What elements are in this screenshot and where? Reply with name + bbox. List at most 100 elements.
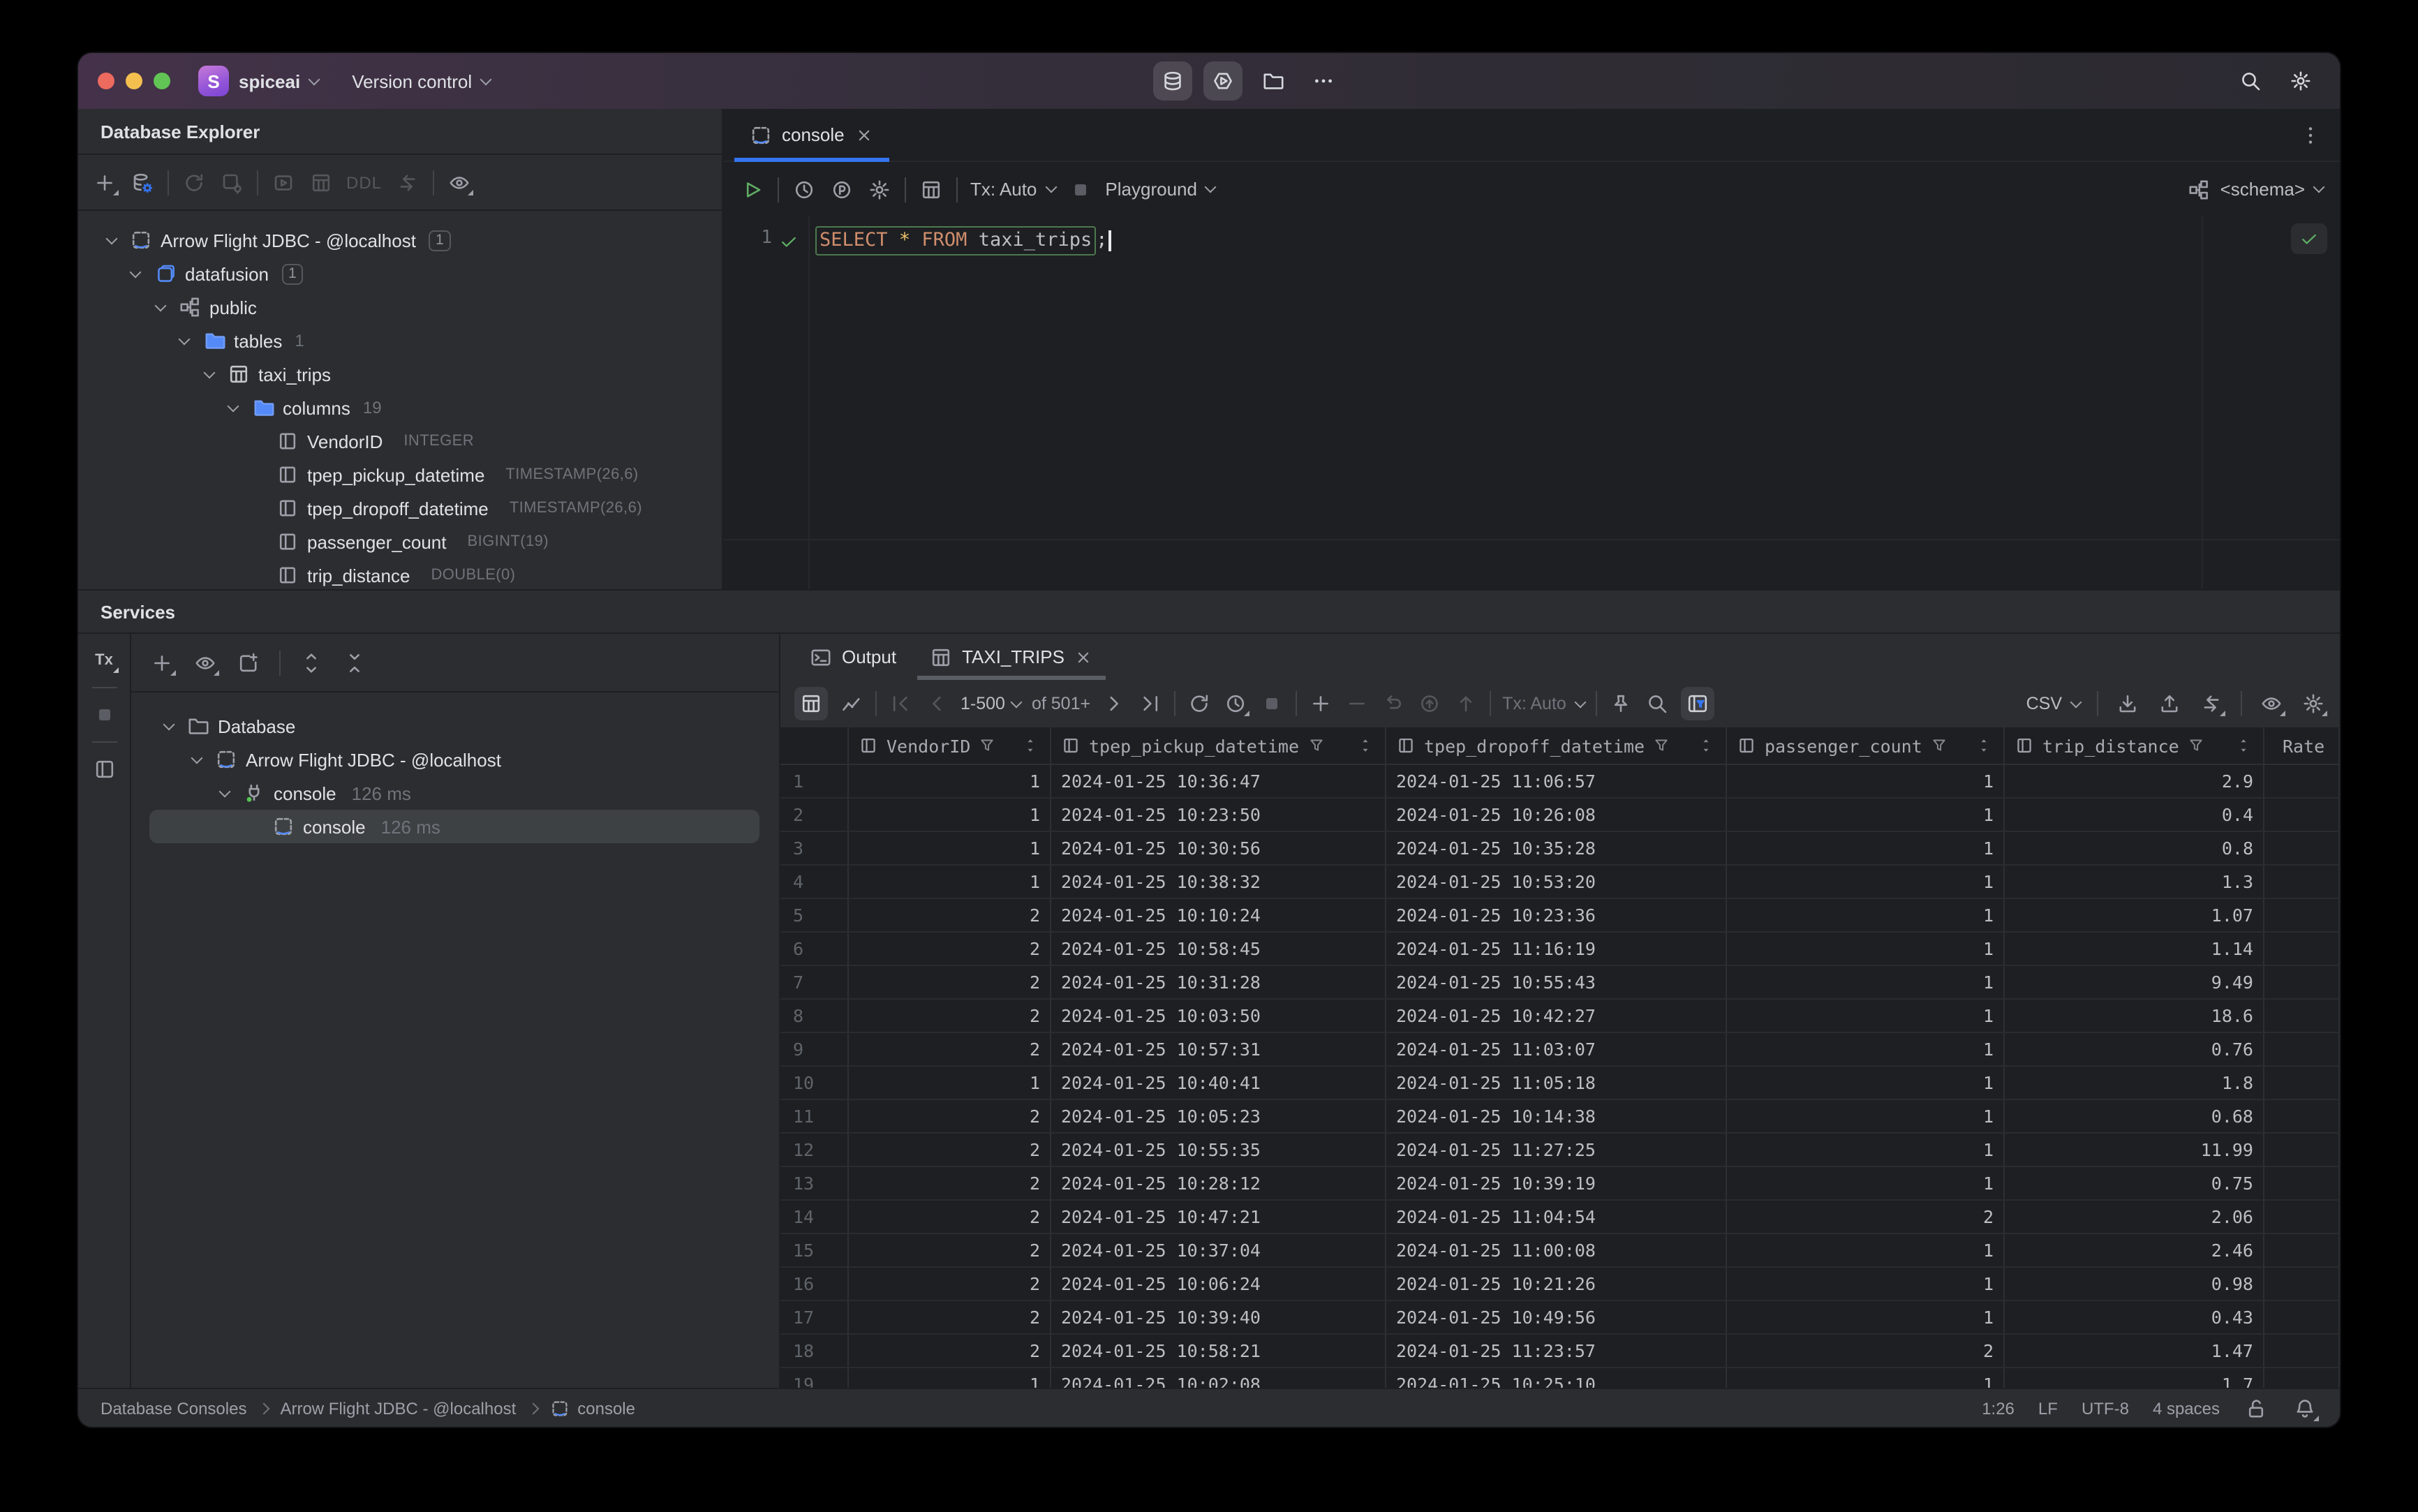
cell-passenger_count[interactable]: 1 [1727,1268,2005,1301]
project-files-button[interactable] [1253,61,1292,101]
row-number-cell[interactable]: 12 [780,1134,849,1167]
filter-panel-button[interactable] [1680,687,1714,720]
cell-trip_distance[interactable]: 2.46 [2005,1234,2264,1268]
browse-tables-button[interactable] [919,177,944,202]
rollback-button[interactable] [1417,691,1442,716]
cell-tpep_pickup_datetime[interactable]: 2024-01-25 10:58:21 [1051,1335,1386,1368]
cell-tpep_dropoff_datetime[interactable]: 2024-01-25 11:16:19 [1386,933,1727,966]
cell-rate[interactable] [2264,832,2340,866]
cell-tpep_dropoff_datetime[interactable]: 2024-01-25 11:03:07 [1386,1033,1727,1067]
cell-vendorid[interactable]: 2 [849,933,1051,966]
previous-page-button[interactable] [924,691,949,716]
cell-tpep_dropoff_datetime[interactable]: 2024-01-25 10:55:43 [1386,966,1727,1000]
cell-vendorid[interactable]: 2 [849,1268,1051,1301]
code-area[interactable]: SELECT * FROM taxi_trips; [810,216,2340,589]
cell-vendorid[interactable]: 2 [849,1167,1051,1201]
column-header-tpep_pickup_datetime[interactable]: tpep_pickup_datetime [1051,727,1386,764]
tree-item-columns[interactable]: columns 19 [78,391,722,424]
cell-passenger_count[interactable]: 1 [1727,1033,2005,1067]
cell-vendorid[interactable]: 2 [849,1100,1051,1134]
column-header-tpep_dropoff_datetime[interactable]: tpep_dropoff_datetime [1386,727,1727,764]
table-row[interactable]: 18 2 2024-01-25 10:58:21 2024-01-25 11:23:5… [780,1335,2340,1368]
cell-tpep_dropoff_datetime[interactable]: 2024-01-25 10:35:28 [1386,832,1727,866]
cell-trip_distance[interactable]: 0.75 [2005,1167,2264,1201]
cell-rate[interactable] [2264,933,2340,966]
table-row[interactable]: 4 1 2024-01-25 10:38:32 2024-01-25 10:53:20… [780,866,2340,899]
database-tool-button[interactable] [1152,61,1192,101]
row-number-cell[interactable]: 3 [780,832,849,866]
chevron-down-icon[interactable] [214,785,235,797]
revert-button[interactable] [1381,691,1406,716]
row-number-cell[interactable]: 11 [780,1100,849,1134]
row-number-cell[interactable]: 9 [780,1033,849,1067]
cell-vendorid[interactable]: 2 [849,1335,1051,1368]
cell-trip_distance[interactable]: 0.4 [2005,799,2264,832]
cell-tpep_pickup_datetime[interactable]: 2024-01-25 10:06:24 [1051,1268,1386,1301]
row-number-cell[interactable]: 10 [780,1067,849,1100]
cell-vendorid[interactable]: 1 [849,1368,1051,1388]
cell-vendorid[interactable]: 2 [849,1033,1051,1067]
tree-item-public[interactable]: public [78,290,722,324]
add-row-button[interactable] [1308,691,1333,716]
tree-item-trip-distance[interactable]: trip_distance DOUBLE(0) [78,558,722,589]
row-number-cell[interactable]: 6 [780,933,849,966]
breadcrumb-item[interactable]: Database Consoles [101,1398,246,1418]
jump-to-console-button[interactable] [271,170,296,195]
open-in-new-tab-button[interactable] [236,650,261,675]
cell-tpep_dropoff_datetime[interactable]: 2024-01-25 11:27:25 [1386,1134,1727,1167]
cell-trip_distance[interactable]: 1.8 [2005,1067,2264,1100]
cell-trip_distance[interactable]: 1.7 [2005,1368,2264,1388]
row-number-cell[interactable]: 14 [780,1201,849,1234]
stop-query-button[interactable] [1259,691,1284,716]
table-row[interactable]: 7 2 2024-01-25 10:31:28 2024-01-25 10:55:43… [780,966,2340,1000]
tree-item-arrow-flight-jdbc-localhost[interactable]: Arrow Flight JDBC - @localhost 1 [78,223,722,257]
suspend-button[interactable] [91,702,117,727]
cell-passenger_count[interactable]: 1 [1727,799,2005,832]
cell-tpep_dropoff_datetime[interactable]: 2024-01-25 10:39:19 [1386,1167,1727,1201]
row-number-cell[interactable]: 19 [780,1368,849,1388]
table-row[interactable]: 5 2 2024-01-25 10:10:24 2024-01-25 10:23:36… [780,899,2340,933]
inspection-status-widget[interactable] [2291,223,2327,254]
tab-output[interactable]: Output [797,634,909,680]
run-button[interactable] [740,177,765,202]
cell-vendorid[interactable]: 2 [849,1201,1051,1234]
table-row[interactable]: 3 1 2024-01-25 10:30:56 2024-01-25 10:35:28… [780,832,2340,866]
cell-tpep_pickup_datetime[interactable]: 2024-01-25 10:40:41 [1051,1067,1386,1100]
cell-rate[interactable] [2264,1000,2340,1033]
column-header-passenger_count[interactable]: passenger_count [1727,727,2005,764]
console-settings-button[interactable] [867,177,892,202]
view-options-button[interactable] [446,170,473,195]
project-menu[interactable]: S spiceai [198,66,320,96]
grid-view-button[interactable] [794,687,828,720]
page-range-dropdown[interactable]: 1-500 [960,694,1023,713]
cell-vendorid[interactable]: 1 [849,866,1051,899]
cell-tpep_dropoff_datetime[interactable]: 2024-01-25 10:21:26 [1386,1268,1727,1301]
cell-tpep_dropoff_datetime[interactable]: 2024-01-25 10:25:10 [1386,1368,1727,1388]
table-row[interactable]: 14 2 2024-01-25 10:47:21 2024-01-25 11:04:5… [780,1201,2340,1234]
close-window-button[interactable] [98,73,114,89]
service-item-console[interactable]: console 126 ms [131,810,779,843]
cell-trip_distance[interactable]: 0.8 [2005,832,2264,866]
stop-button[interactable] [1067,177,1092,202]
table-row[interactable]: 17 2 2024-01-25 10:39:40 2024-01-25 10:49:5… [780,1301,2340,1335]
encoding[interactable]: UTF-8 [2082,1398,2129,1418]
cell-tpep_pickup_datetime[interactable]: 2024-01-25 10:36:47 [1051,765,1386,799]
cell-trip_distance[interactable]: 2.9 [2005,765,2264,799]
cell-passenger_count[interactable]: 2 [1727,1201,2005,1234]
run-configuration-button[interactable] [1203,61,1243,101]
cell-tpep_dropoff_datetime[interactable]: 2024-01-25 10:23:36 [1386,899,1727,933]
chevron-down-icon[interactable] [223,399,244,412]
cell-tpep_pickup_datetime[interactable]: 2024-01-25 10:02:08 [1051,1368,1386,1388]
minimize-window-button[interactable] [126,73,142,89]
row-number-cell[interactable]: 2 [780,799,849,832]
add-service-button[interactable] [149,650,176,675]
settings-button[interactable] [2281,61,2320,101]
table-row[interactable]: 6 2 2024-01-25 10:58:45 2024-01-25 11:16:19… [780,933,2340,966]
chevron-down-icon[interactable] [125,265,146,278]
chart-view-button[interactable] [839,691,864,716]
breadcrumb-item[interactable]: Arrow Flight JDBC - @localhost [280,1398,516,1418]
cell-trip_distance[interactable]: 1.47 [2005,1335,2264,1368]
cell-vendorid[interactable]: 1 [849,765,1051,799]
cell-tpep_dropoff_datetime[interactable]: 2024-01-25 11:04:54 [1386,1201,1727,1234]
cell-tpep_dropoff_datetime[interactable]: 2024-01-25 10:53:20 [1386,866,1727,899]
